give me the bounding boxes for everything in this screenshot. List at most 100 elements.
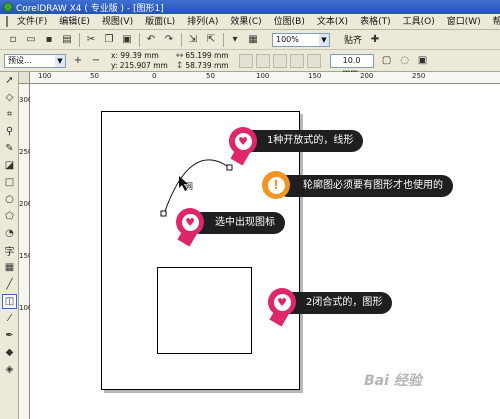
ruler-origin[interactable] — [19, 72, 30, 84]
shape-options-icon[interactable]: ▢ — [380, 54, 394, 68]
application-launcher-icon[interactable]: ▾ — [228, 33, 242, 47]
callout-cursor-icon-text: 选中出现图标 — [215, 217, 275, 228]
menu-window[interactable]: 窗口(W) — [441, 14, 487, 30]
property-bar: 预设... ▼ + − x: 99.39 mm y: 215.907 mm ↔ 6… — [0, 50, 500, 77]
position-fields[interactable]: x: 99.39 mm y: 215.907 mm — [111, 51, 168, 71]
callout-open-shape: 1种开放式的，线形 — [241, 130, 364, 152]
menu-arrange[interactable]: 排列(A) — [181, 14, 224, 30]
ruler-tick-label: 200 — [360, 72, 374, 80]
ruler-tick-label: 250 — [412, 72, 426, 80]
ruler-tick-label: 0 — [152, 72, 157, 80]
menu-bar: 文件(F) 编辑(E) 视图(V) 版面(L) 排列(A) 效果(C) 位图(B… — [0, 14, 500, 30]
basic-shapes-tool-icon[interactable]: ◔ — [2, 226, 17, 241]
outline-width-select[interactable]: 10.0 mm — [329, 53, 374, 77]
new-document-icon[interactable]: ▫ — [6, 33, 20, 47]
toolbar-divider — [79, 32, 80, 47]
redo-icon[interactable]: ↷ — [162, 33, 176, 47]
snap-to-button[interactable]: 贴齐 — [344, 33, 362, 46]
save-icon[interactable]: ▪ — [42, 33, 56, 47]
paste-icon[interactable]: ▣ — [120, 33, 134, 47]
dimension-tool-icon[interactable]: ╱ — [2, 277, 17, 292]
height-value: 58.739 mm — [185, 60, 229, 70]
menu-view[interactable]: 视图(V) — [96, 14, 139, 30]
cut-icon[interactable]: ✂ — [84, 33, 98, 47]
menu-tools[interactable]: 工具(O) — [397, 14, 441, 30]
zoom-level-value: 100% — [276, 34, 299, 44]
copy-icon[interactable]: ❐ — [102, 33, 116, 47]
toolbar-divider — [139, 32, 140, 47]
chevron-down-icon: ▼ — [55, 54, 65, 67]
open-curve[interactable] — [163, 159, 231, 215]
rectangle-tool-icon[interactable]: □ — [2, 175, 17, 190]
freehand-tool-icon[interactable]: ✎ — [2, 141, 17, 156]
curve-start-node[interactable] — [160, 210, 167, 217]
interactive-fill-tool-icon[interactable]: ◈ — [2, 362, 17, 377]
x-position-field[interactable]: x: 99.39 mm — [111, 51, 168, 61]
toolbox: ➚ ◇ ⌗ ⚲ ✎ ◪ □ ○ ⬠ ◔ 字 ▦ ╱ ◫ ⁄ ✒ ◆ ◈ — [0, 72, 19, 419]
y-position-field[interactable]: y: 215.907 mm — [111, 61, 168, 71]
title-bar: CorelDRAW X4 ( 专业版 ) - [图形1] — [0, 0, 500, 14]
print-icon[interactable]: ▤ — [60, 33, 74, 47]
import-icon[interactable]: ⇲ — [186, 33, 200, 47]
outline-options-icon[interactable]: ▣ — [416, 54, 430, 68]
smart-fill-tool-icon[interactable]: ◪ — [2, 158, 17, 173]
ruler-tick-label: 100 — [38, 72, 52, 80]
menu-layout[interactable]: 版面(L) — [139, 14, 181, 30]
mirror-horizontal-button[interactable] — [272, 53, 287, 68]
export-icon[interactable]: ⇱ — [204, 33, 218, 47]
ruler-tick-label: 50 — [90, 72, 99, 80]
fill-tool-icon[interactable]: ◆ — [2, 345, 17, 360]
zoom-tool-icon[interactable]: ⚲ — [2, 124, 17, 139]
toolbar-divider — [223, 32, 224, 47]
crop-tool-icon[interactable]: ⌗ — [2, 107, 17, 122]
width-field[interactable]: ↔ 65.199 mm — [176, 51, 229, 61]
menu-text[interactable]: 文本(X) — [311, 14, 354, 30]
preset-value: 预设... — [8, 55, 32, 65]
menu-effects[interactable]: 效果(C) — [224, 14, 267, 30]
scale-lock-button[interactable] — [238, 53, 253, 68]
closed-rectangle-shape[interactable] — [157, 267, 252, 354]
welcome-screen-icon[interactable]: ▦ — [246, 33, 260, 47]
standard-toolbar: ▫ ▭ ▪ ▤ ✂ ❐ ▣ ↶ ↷ ⇲ ⇱ ▾ ▦ 100% ▼ 贴齐 ✚ — [0, 30, 500, 50]
coreldraw-app-icon — [3, 2, 13, 12]
ruler-tick-label: 150 — [308, 72, 322, 80]
menu-edit[interactable]: 编辑(E) — [53, 14, 96, 30]
outline-tool-icon[interactable]: ✒ — [2, 328, 17, 343]
convert-to-curves-icon[interactable]: ◌ — [398, 54, 412, 68]
remove-preset-icon[interactable]: − — [89, 54, 103, 68]
callout-note: 轮廓图必须要有图形才也使用的 — [277, 175, 453, 197]
callout-open-shape-text: 1种开放式的，线形 — [267, 135, 354, 146]
menu-file[interactable]: 文件(F) — [11, 14, 53, 30]
shape-tool-icon[interactable]: ◇ — [2, 90, 17, 105]
wrap-text-button[interactable] — [306, 53, 321, 68]
add-preset-icon[interactable]: + — [71, 54, 85, 68]
document-icon[interactable] — [6, 16, 8, 27]
zoom-level-select[interactable]: 100% ▼ — [272, 32, 330, 47]
horizontal-ruler[interactable]: 100 50 0 50 100 150 200 250 — [30, 72, 500, 84]
curve-end-node[interactable] — [226, 164, 233, 171]
contour-tool-icon[interactable]: ◫ — [2, 294, 17, 309]
table-tool-icon[interactable]: ▦ — [2, 260, 17, 275]
height-field[interactable]: ↕ 58.739 mm — [176, 61, 229, 71]
rotation-box[interactable] — [255, 53, 270, 68]
callout-closed-shape: 2闭合式的，图形 — [280, 292, 393, 314]
pink-heart-pin: ♥ — [176, 208, 204, 236]
eyedropper-tool-icon[interactable]: ⁄ — [2, 311, 17, 326]
menu-bitmaps[interactable]: 位图(B) — [268, 14, 311, 30]
heart-icon: ♥ — [277, 295, 287, 309]
preset-select[interactable]: 预设... ▼ — [4, 53, 66, 68]
size-fields[interactable]: ↔ 65.199 mm ↕ 58.739 mm — [176, 51, 229, 71]
text-tool-icon[interactable]: 字 — [2, 243, 17, 258]
menu-help[interactable]: 帮助(H) — [487, 14, 500, 30]
open-icon[interactable]: ▭ — [24, 33, 38, 47]
polygon-tool-icon[interactable]: ⬠ — [2, 209, 17, 224]
callout-closed-shape-text: 2闭合式的，图形 — [306, 297, 383, 308]
undo-icon[interactable]: ↶ — [144, 33, 158, 47]
mirror-vertical-button[interactable] — [289, 53, 304, 68]
menu-table[interactable]: 表格(T) — [354, 14, 397, 30]
window-title: CorelDRAW X4 ( 专业版 ) - [图形1] — [16, 3, 164, 14]
options-icon[interactable]: ✚ — [368, 33, 382, 47]
ellipse-tool-icon[interactable]: ○ — [2, 192, 17, 207]
vertical-ruler[interactable]: 300 250 200 150 100 — [19, 84, 32, 419]
pick-tool-icon[interactable]: ➚ — [2, 73, 17, 88]
